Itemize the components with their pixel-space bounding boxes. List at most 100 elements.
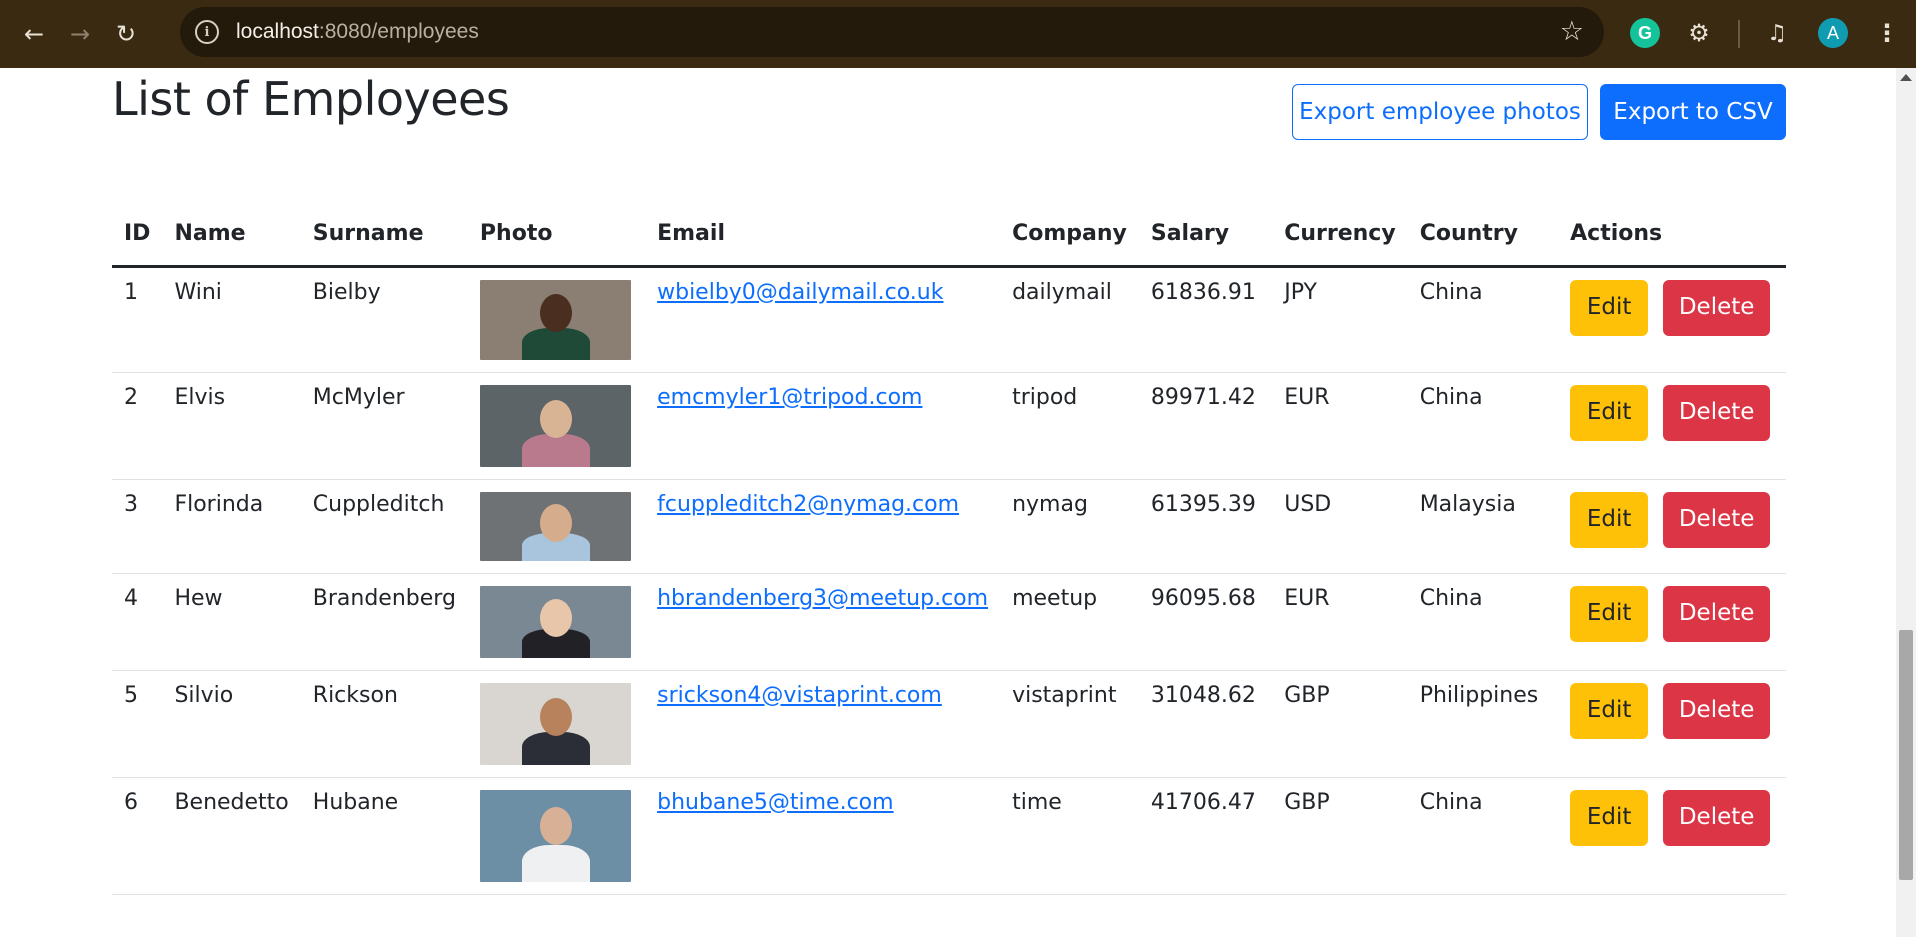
cell-salary: 31048.62 (1138, 670, 1273, 778)
table-body: 1 Wini Bielby wbielby0@dailymail.co.uk daily… (112, 266, 1786, 895)
site-info-icon[interactable]: i (195, 20, 219, 44)
browser-menu-icon[interactable]: ⋮ (1872, 18, 1902, 48)
cell-surname: Brandenberg (300, 573, 468, 671)
email-link[interactable]: hbrandenberg3@meetup.com (657, 586, 988, 611)
url-path: :8080/employees (318, 20, 479, 43)
cell-name: Wini (162, 266, 301, 373)
edit-button[interactable]: Edit (1570, 682, 1649, 739)
cell-company: tripod (1000, 372, 1139, 480)
cell-currency: EUR (1272, 372, 1408, 480)
page-scrollbar[interactable] (1896, 68, 1916, 937)
edit-button[interactable]: Edit (1570, 384, 1649, 441)
grammarly-extension-icon[interactable]: G (1630, 18, 1660, 48)
photo-head-shape (539, 399, 572, 438)
email-link[interactable]: wbielby0@dailymail.co.uk (657, 280, 943, 305)
cell-currency: GBP (1272, 777, 1408, 895)
cell-name: Florinda (162, 479, 301, 574)
employee-photo (479, 384, 631, 467)
profile-avatar[interactable]: A (1818, 18, 1848, 48)
cell-currency: USD (1272, 479, 1408, 574)
cell-company: meetup (1000, 573, 1139, 671)
delete-button[interactable]: Delete (1663, 585, 1771, 642)
delete-button[interactable]: Delete (1663, 384, 1771, 441)
cell-salary: 96095.68 (1138, 573, 1273, 671)
cell-currency: GBP (1272, 670, 1408, 778)
photo-head-shape (539, 598, 572, 637)
edit-button[interactable]: Edit (1570, 789, 1649, 846)
employee-photo (479, 279, 631, 360)
cell-id: 6 (112, 777, 163, 895)
row-actions: Edit Delete (1570, 585, 1774, 642)
header-name: Name (162, 202, 301, 268)
media-control-icon[interactable]: ♫ (1762, 18, 1792, 48)
cell-email: srickson4@vistaprint.com (645, 670, 1001, 778)
cell-photo (467, 266, 646, 373)
employee-photo (479, 789, 631, 882)
back-arrow-icon[interactable]: ← (14, 14, 54, 54)
cell-actions: Edit Delete (1558, 266, 1786, 373)
photo-body-shape (521, 327, 590, 360)
table-row: 1 Wini Bielby wbielby0@dailymail.co.uk daily… (112, 266, 1786, 373)
browser-toolbar: ← → ↻ i localhost:8080/employees ☆ G ⚙ ♫… (0, 0, 1916, 68)
row-actions: Edit Delete (1570, 384, 1774, 441)
address-bar[interactable]: i localhost:8080/employees ☆ (180, 7, 1604, 57)
cell-photo (467, 670, 646, 778)
scroll-up-arrow-icon[interactable] (1900, 74, 1912, 81)
page-title: List of Employees (112, 72, 510, 126)
cell-country: Malaysia (1407, 479, 1559, 574)
photo-body-shape (521, 433, 590, 467)
cell-actions: Edit Delete (1558, 479, 1786, 574)
email-link[interactable]: emcmyler1@tripod.com (657, 385, 922, 410)
cell-country: China (1407, 266, 1559, 373)
delete-button[interactable]: Delete (1663, 789, 1771, 846)
photo-head-shape (539, 503, 572, 542)
cell-id: 2 (112, 372, 163, 480)
email-link[interactable]: bhubane5@time.com (657, 790, 893, 815)
table-row: 5 Silvio Rickson srickson4@vistaprint.com vi… (112, 670, 1786, 778)
export-csv-button[interactable]: Export to CSV (1600, 84, 1786, 140)
extensions-puzzle-icon[interactable]: ⚙ (1684, 18, 1714, 48)
header-country: Country (1407, 202, 1559, 268)
edit-button[interactable]: Edit (1570, 279, 1649, 336)
url-text[interactable]: localhost:8080/employees (236, 20, 479, 44)
bookmark-star-icon[interactable]: ☆ (1560, 16, 1584, 47)
row-actions: Edit Delete (1570, 789, 1774, 846)
header-salary: Salary (1138, 202, 1273, 268)
delete-button[interactable]: Delete (1663, 279, 1771, 336)
export-photos-button[interactable]: Export employee photos (1292, 84, 1588, 140)
email-link[interactable]: fcuppleditch2@nymag.com (657, 492, 959, 517)
cell-photo (467, 573, 646, 671)
photo-head-shape (539, 293, 572, 332)
scroll-thumb[interactable] (1899, 630, 1913, 880)
edit-button[interactable]: Edit (1570, 491, 1649, 548)
header-currency: Currency (1272, 202, 1408, 268)
photo-body-shape (521, 731, 590, 765)
cell-country: China (1407, 573, 1559, 671)
email-link[interactable]: srickson4@vistaprint.com (657, 683, 942, 708)
cell-surname: Rickson (300, 670, 468, 778)
header-actions: Actions (1558, 202, 1786, 268)
reload-icon[interactable]: ↻ (106, 14, 146, 54)
cell-currency: JPY (1272, 266, 1408, 373)
photo-head-shape (539, 697, 572, 736)
cell-company: nymag (1000, 479, 1139, 574)
row-actions: Edit Delete (1570, 279, 1774, 336)
cell-surname: Cuppleditch (300, 479, 468, 574)
cell-id: 4 (112, 573, 163, 671)
forward-arrow-icon[interactable]: → (60, 14, 100, 54)
header-photo: Photo (467, 202, 646, 268)
employee-photo (479, 682, 631, 765)
cell-email: emcmyler1@tripod.com (645, 372, 1001, 480)
edit-button[interactable]: Edit (1570, 585, 1649, 642)
cell-email: bhubane5@time.com (645, 777, 1001, 895)
cell-photo (467, 372, 646, 480)
header-email: Email (645, 202, 1001, 268)
delete-button[interactable]: Delete (1663, 682, 1771, 739)
cell-actions: Edit Delete (1558, 372, 1786, 480)
employee-photo (479, 491, 631, 561)
cell-salary: 41706.47 (1138, 777, 1273, 895)
delete-button[interactable]: Delete (1663, 491, 1771, 548)
table-row: 2 Elvis McMyler emcmyler1@tripod.com tripod 8… (112, 372, 1786, 480)
cell-salary: 61395.39 (1138, 479, 1273, 574)
table-header-row: ID Name Surname Photo Email Company Sala… (112, 202, 1786, 268)
